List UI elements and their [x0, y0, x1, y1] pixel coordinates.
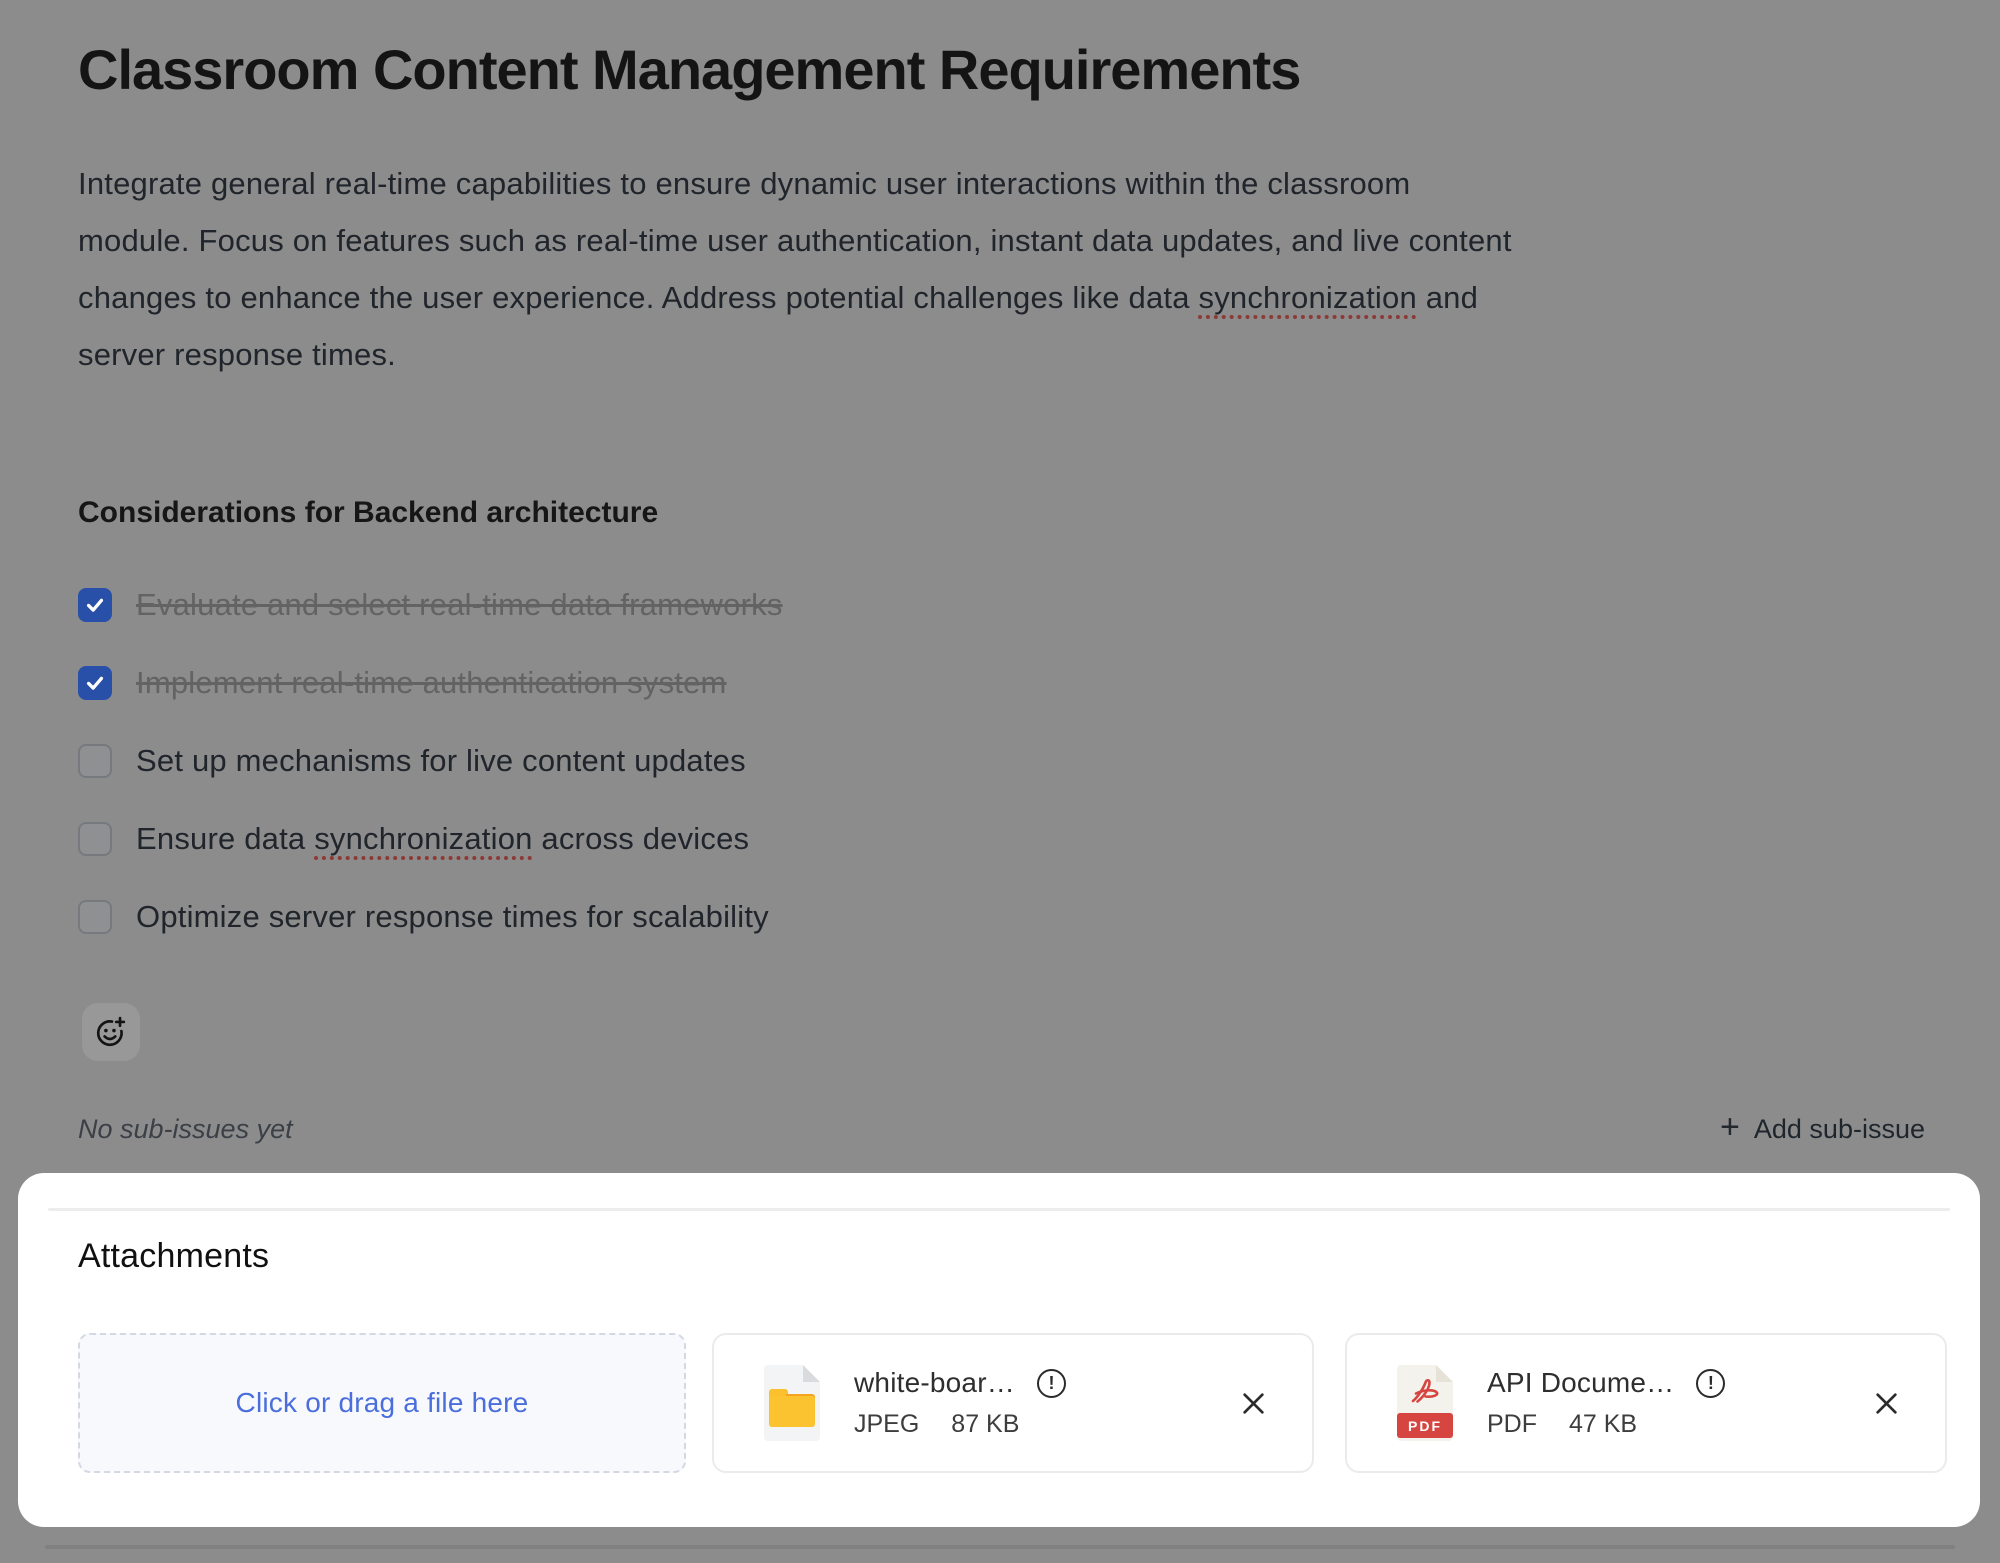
checkbox-checked[interactable]: [78, 666, 112, 700]
checklist-item: Implement real-time authentication syste…: [78, 644, 783, 722]
misspelled-word: synchronization: [314, 821, 532, 856]
file-dropzone[interactable]: Click or drag a file here: [78, 1333, 686, 1473]
section-divider: [45, 1545, 1955, 1549]
checkbox-checked[interactable]: [78, 588, 112, 622]
checklist-item-label: Ensure data synchronization across devic…: [136, 821, 749, 857]
issue-detail-screen: Classroom Content Management Requirement…: [0, 0, 2000, 1563]
add-sub-issue-button[interactable]: + Add sub-issue: [1720, 1112, 1925, 1146]
checklist-item-label: Set up mechanisms for live content updat…: [136, 743, 746, 779]
page-title: Classroom Content Management Requirement…: [78, 42, 1300, 98]
file-info: white-boar… ! JPEG 87 KB: [854, 1367, 1066, 1439]
pdf-file-icon: PDF: [1397, 1365, 1453, 1441]
attachments-heading: Attachments: [78, 1237, 269, 1276]
folder-glyph: [769, 1389, 815, 1427]
pdf-badge: PDF: [1397, 1413, 1453, 1438]
description-line: changes to enhance the user experience. …: [78, 269, 1938, 326]
file-size: 87 KB: [951, 1410, 1019, 1439]
smiley-plus-icon: [94, 1015, 128, 1049]
checklist: Evaluate and select real-time data frame…: [78, 566, 783, 956]
checkbox-unchecked[interactable]: [78, 744, 112, 778]
remove-attachment-button[interactable]: [1871, 1388, 1901, 1418]
panel-top-divider: [48, 1208, 1950, 1211]
misspelled-word: synchronization: [1199, 280, 1417, 315]
issue-description: Integrate general real-time capabilities…: [78, 155, 1938, 383]
file-size: 47 KB: [1569, 1410, 1637, 1439]
no-sub-issues-text: No sub-issues yet: [78, 1114, 293, 1145]
checklist-heading: Considerations for Backend architecture: [78, 496, 658, 530]
plus-icon: +: [1720, 1110, 1740, 1144]
attachment-card: white-boar… ! JPEG 87 KB: [712, 1333, 1314, 1473]
sub-issues-section: No sub-issues yet + Add sub-issue: [78, 1106, 1925, 1152]
image-file-icon: [764, 1365, 820, 1441]
checklist-item: Ensure data synchronization across devic…: [78, 800, 783, 878]
warning-icon: !: [1696, 1369, 1725, 1398]
description-line: Integrate general real-time capabilities…: [78, 155, 1938, 212]
warning-icon: !: [1037, 1369, 1066, 1398]
close-icon: [1873, 1390, 1900, 1417]
file-type: PDF: [1487, 1410, 1537, 1439]
add-sub-issue-label: Add sub-issue: [1754, 1114, 1925, 1145]
close-icon: [1240, 1390, 1267, 1417]
file-name: API Docume…: [1487, 1367, 1674, 1399]
checklist-item: Optimize server response times for scala…: [78, 878, 783, 956]
checklist-item-label: Implement real-time authentication syste…: [136, 665, 727, 701]
add-reaction-button[interactable]: [82, 1003, 140, 1061]
description-line: module. Focus on features such as real-t…: [78, 212, 1938, 269]
checklist-item-label: Evaluate and select real-time data frame…: [136, 587, 783, 623]
file-info: API Docume… ! PDF 47 KB: [1487, 1367, 1725, 1439]
description-line: server response times.: [78, 326, 1938, 383]
attachment-card: PDF API Docume… ! PDF 47 KB: [1345, 1333, 1947, 1473]
file-name: white-boar…: [854, 1367, 1015, 1399]
checklist-item-label: Optimize server response times for scala…: [136, 899, 769, 935]
remove-attachment-button[interactable]: [1238, 1388, 1268, 1418]
file-type: JPEG: [854, 1410, 919, 1439]
checklist-item: Set up mechanisms for live content updat…: [78, 722, 783, 800]
attachments-panel: Attachments Click or drag a file here wh…: [18, 1173, 1980, 1527]
acrobat-swirl-glyph: [1407, 1377, 1443, 1412]
dropzone-label: Click or drag a file here: [236, 1387, 529, 1419]
checklist-item: Evaluate and select real-time data frame…: [78, 566, 783, 644]
checkbox-unchecked[interactable]: [78, 822, 112, 856]
checkbox-unchecked[interactable]: [78, 900, 112, 934]
